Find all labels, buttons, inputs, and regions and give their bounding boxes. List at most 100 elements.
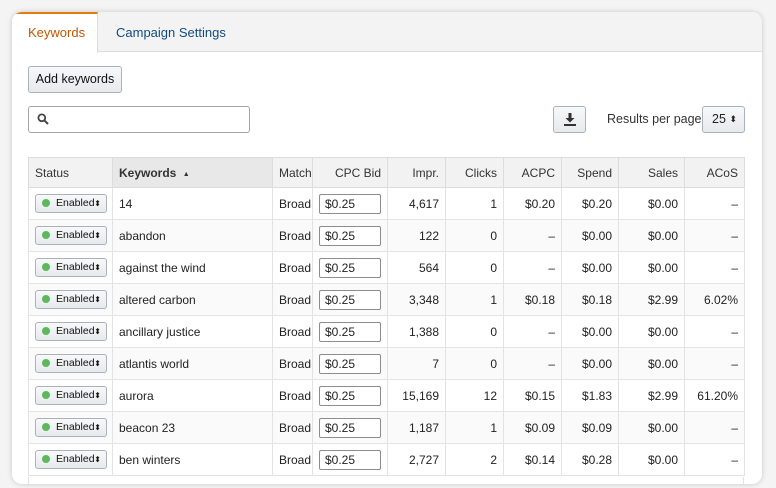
acpc-cell: – [503,251,562,284]
acos-cell: – [684,443,745,476]
status-cell: Enabled ⬍ [28,283,113,316]
status-cell: Enabled ⬍ [28,443,113,476]
tab-campaign-settings[interactable]: Campaign Settings [100,12,242,53]
status-dropdown[interactable]: Enabled ⬍ [35,194,107,213]
results-per-page-value: 25 [712,112,726,126]
sales-cell: $2.99 [618,379,685,412]
enabled-dot-icon [42,391,50,399]
status-dropdown[interactable]: Enabled ⬍ [35,290,107,309]
search-box[interactable] [28,106,250,133]
cpc-bid-input[interactable]: $0.25 [319,417,381,438]
acpc-cell: $0.14 [503,443,562,476]
match-cell: Broad [272,283,313,316]
impressions-cell: 4,617 [387,187,446,220]
keyword-cell: atlantis world [112,347,273,380]
add-keywords-button[interactable]: Add keywords [28,66,122,93]
acos-cell: 61.20% [684,379,745,412]
acpc-cell: – [503,219,562,252]
cpc-bid-input[interactable]: $0.25 [319,353,381,374]
column-header-keywords[interactable]: Keywords ▲ [112,157,273,188]
sales-cell: $0.00 [618,251,685,284]
column-header-cpc-bid[interactable]: CPC Bid [312,157,388,188]
tab-keywords[interactable]: Keywords [12,12,98,53]
tab-bar: Keywords Campaign Settings [12,12,762,53]
status-dropdown[interactable]: Enabled ⬍ [35,450,107,469]
status-label: Enabled [56,197,95,209]
match-cell: Broad [272,443,313,476]
table-row: Enabled ⬍ ancillary justice Broad $0.25 1,388… [28,315,745,348]
column-header-impr[interactable]: Impr. [387,157,446,188]
keyword-cell: aurora [112,379,273,412]
cpc-bid-input[interactable]: $0.25 [319,289,381,310]
status-label: Enabled [56,293,95,305]
keyword-cell: ancillary justice [112,315,273,348]
status-dropdown[interactable]: Enabled ⬍ [35,386,107,405]
bid-cell: $0.25 [312,379,388,412]
column-header-status[interactable]: Status [28,157,113,188]
cpc-bid-input[interactable]: $0.25 [319,257,381,278]
column-header-clicks[interactable]: Clicks [445,157,504,188]
status-label: Enabled [56,453,95,465]
status-dropdown[interactable]: Enabled ⬍ [35,258,107,277]
updown-arrows-icon: ⬍ [94,423,101,432]
sales-cell: $0.00 [618,187,685,220]
status-dropdown[interactable]: Enabled ⬍ [35,354,107,373]
acpc-cell: – [503,347,562,380]
cpc-bid-input[interactable]: $0.25 [319,449,381,470]
bid-cell: $0.25 [312,443,388,476]
sales-cell: $0.00 [618,315,685,348]
sales-cell: $0.00 [618,219,685,252]
enabled-dot-icon [42,327,50,335]
updown-arrows-icon: ⬍ [94,295,101,304]
bid-cell: $0.25 [312,251,388,284]
updown-arrows-icon: ⬍ [94,231,101,240]
table-row: Enabled ⬍ altered carbon Broad $0.25 3,348 1 $0… [28,283,745,316]
clicks-cell: 0 [445,251,504,284]
enabled-dot-icon [42,263,50,271]
acos-cell: – [684,315,745,348]
enabled-dot-icon [42,295,50,303]
impressions-cell: 564 [387,251,446,284]
search-icon [37,113,49,125]
keywords-panel: Keywords Campaign Settings Add keywords … [12,12,762,484]
status-label: Enabled [56,389,95,401]
column-header-sales[interactable]: Sales [618,157,685,188]
keyword-cell: ben winters [112,443,273,476]
spend-cell: $0.28 [561,443,619,476]
keyword-cell: abandon [112,219,273,252]
acos-cell: – [684,219,745,252]
updown-arrows-icon: ⬍ [94,455,101,464]
spend-cell: $0.09 [561,411,619,444]
bid-cell: $0.25 [312,219,388,252]
table-row: Enabled ⬍ aurora Broad $0.25 15,169 12 $0.15 $1.… [28,379,745,412]
cpc-bid-input[interactable]: $0.25 [319,225,381,246]
updown-arrows-icon: ⬍ [94,327,101,336]
search-input[interactable] [55,110,243,129]
column-header-acpc[interactable]: ACPC [503,157,562,188]
table-row: Enabled ⬍ beacon 23 Broad $0.25 1,187 1 $0.09 $0… [28,411,745,444]
cpc-bid-input[interactable]: $0.25 [319,193,381,214]
status-cell: Enabled ⬍ [28,379,113,412]
status-dropdown[interactable]: Enabled ⬍ [35,226,107,245]
status-dropdown[interactable]: Enabled ⬍ [35,322,107,341]
enabled-dot-icon [42,231,50,239]
acos-cell: – [684,251,745,284]
cpc-bid-input[interactable]: $0.25 [319,385,381,406]
keyword-cell: beacon 23 [112,411,273,444]
acpc-cell: – [503,315,562,348]
clicks-cell: 1 [445,187,504,220]
table-row: Enabled ⬍ ben winters Broad $0.25 2,727 2 $0.14… [28,443,745,476]
match-cell: Broad [272,347,313,380]
column-header-spend[interactable]: Spend [561,157,619,188]
cpc-bid-input[interactable]: $0.25 [319,321,381,342]
download-button[interactable] [553,106,586,133]
column-header-acos[interactable]: ACoS [684,157,745,188]
column-header-match[interactable]: Match [272,157,313,188]
status-dropdown[interactable]: Enabled ⬍ [35,418,107,437]
enabled-dot-icon [42,455,50,463]
status-cell: Enabled ⬍ [28,347,113,380]
match-cell: Broad [272,379,313,412]
results-per-page-select[interactable]: 25 ⬍ [702,106,745,133]
clicks-cell: 1 [445,411,504,444]
updown-arrows-icon: ⬍ [729,114,737,124]
